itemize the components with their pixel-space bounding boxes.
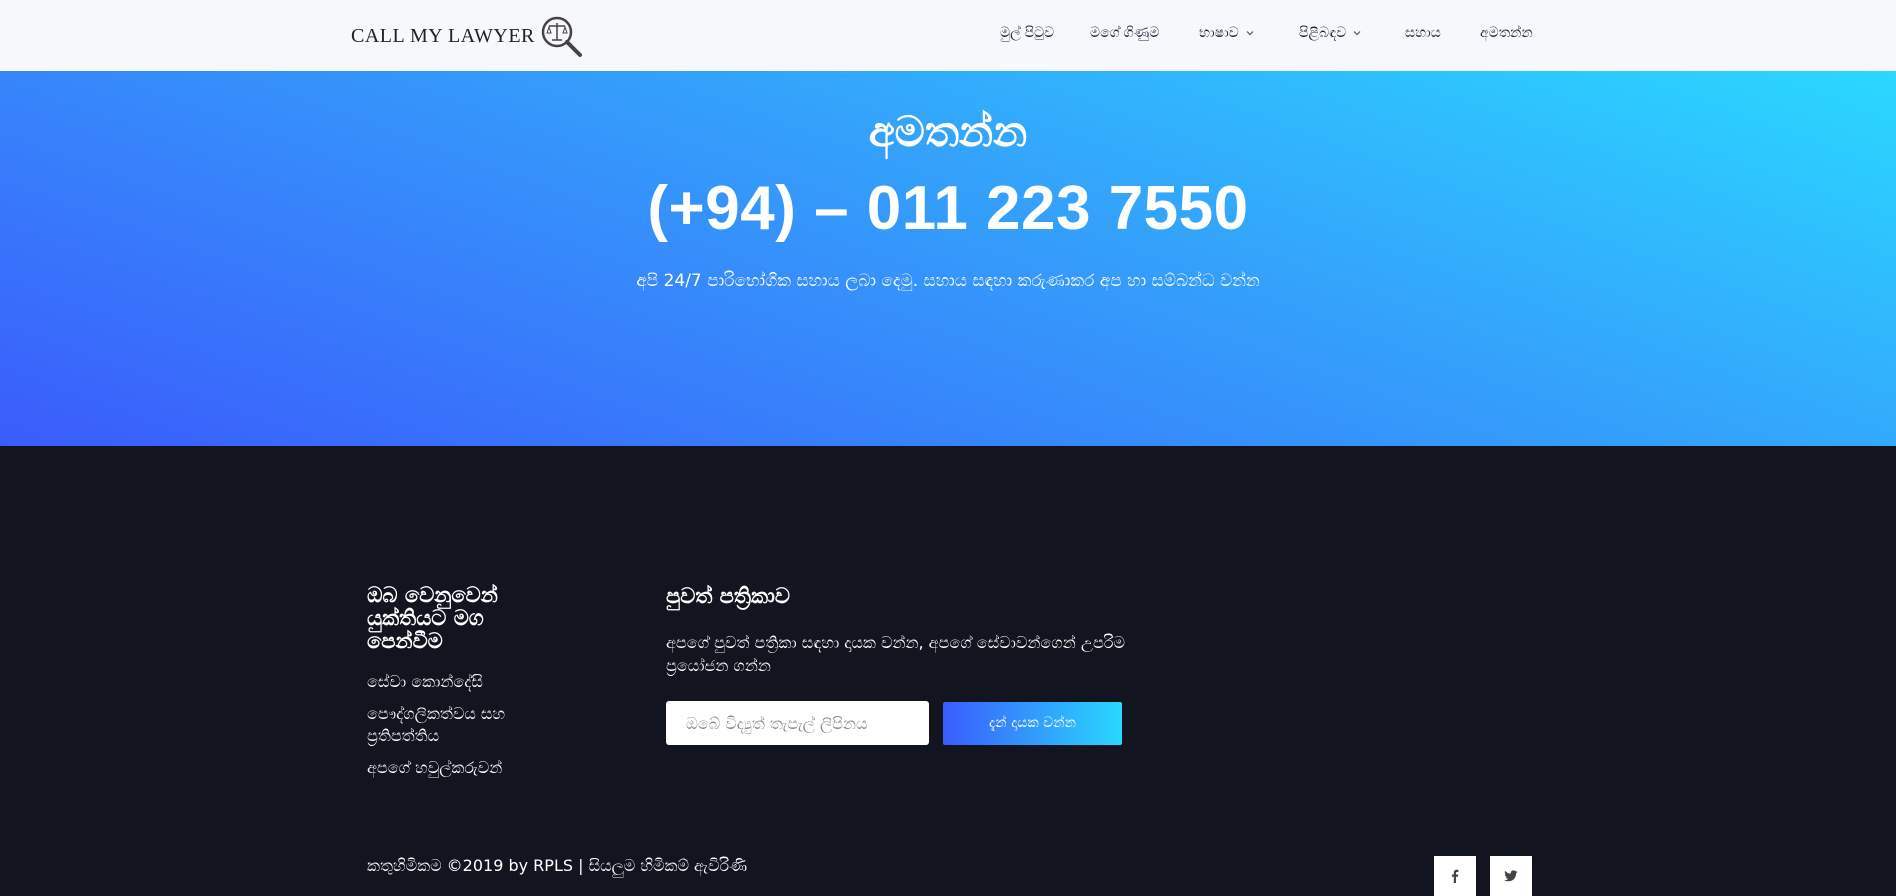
copyright-text: කතුහිමිකම ©2019 by RPLS | සියලුම හිමිකම්… [367, 856, 748, 875]
hero-phone-number[interactable]: (+94) – 011 223 7550 [0, 173, 1896, 244]
newsletter-column: පුවත් පත්‍රිකාව අපගේ පුවත් පත්‍රිකා සඳහා… [666, 584, 1146, 677]
nav-support-label: සහාය [1405, 24, 1441, 40]
subscribe-button[interactable]: දැන් දායක වන්න [943, 701, 1122, 745]
twitter-icon [1504, 870, 1518, 882]
footer-tagline: ඔබ වෙනුවෙන් යුක්තියට මග පෙන්වීම [367, 583, 498, 653]
scales-magnifier-icon [541, 16, 582, 57]
chevron-down-icon [1353, 30, 1361, 35]
nav-my-account[interactable]: මගේ ගිණුම [1090, 24, 1159, 41]
newsletter-form: දැන් දායක වන්න [666, 701, 1122, 745]
nav-about[interactable]: පිළිබඳව [1299, 24, 1362, 41]
nav-home-label: මුල් පිටුව [1000, 24, 1055, 40]
footer-link-terms[interactable]: සේවා කොන්දේසි [367, 671, 547, 693]
site-footer: ඔබ වෙනුවෙන් යුක්තියට මග පෙන්වීම සේවා කොන… [0, 446, 1896, 896]
newsletter-text: අපගේ පුවත් පත්‍රිකා සඳහා දායක වන්න, අපගේ… [666, 633, 1126, 675]
email-input[interactable] [666, 701, 929, 745]
logo-text: CALL MY LAWYER [351, 24, 535, 47]
nav-about-label: පිළිබඳව [1299, 24, 1347, 40]
footer-about-column: ඔබ වෙනුවෙන් යුක්තියට මග පෙන්වීම සේවා කොන… [367, 584, 547, 789]
top-navbar: CALL MY LAWYER මුල් පිටුව මගේ ගිණුම භාෂා… [0, 0, 1896, 71]
twitter-button[interactable] [1490, 856, 1532, 896]
nav-language[interactable]: භාෂාව [1199, 24, 1255, 41]
footer-link-privacy[interactable]: පෞද්ගලිකත්වය සහ ප්‍රතිපත්තිය [367, 703, 547, 747]
nav-home[interactable]: මුල් පිටුව [1000, 24, 1054, 41]
hero-subtitle: අපි 24/7 පාරිභෝගික සහාය ලබා දෙමු. සහාය ස… [636, 271, 1260, 291]
facebook-icon [1451, 869, 1459, 883]
chevron-down-icon [1246, 30, 1254, 35]
footer-link-partners[interactable]: අපගේ හවුල්කරුවන් [367, 757, 547, 779]
contact-hero: අමතන්න (+94) – 011 223 7550 අපි 24/7 පාර… [0, 71, 1896, 446]
site-logo[interactable]: CALL MY LAWYER [351, 12, 585, 60]
hero-title: අමතන්න [868, 107, 1028, 156]
nav-contact[interactable]: අමතන්න [1480, 24, 1533, 41]
nav-my-account-label: මගේ ගිණුම [1090, 24, 1160, 40]
nav-support[interactable]: සහාය [1405, 24, 1441, 41]
newsletter-title: පුවත් පත්‍රිකාව [666, 584, 791, 608]
footer-links: සේවා කොන්දේසි පෞද්ගලිකත්වය සහ ප්‍රතිපත්ත… [367, 671, 547, 779]
nav-contact-label: අමතන්න [1480, 24, 1533, 40]
nav-language-label: භාෂාව [1199, 24, 1239, 40]
facebook-button[interactable] [1434, 856, 1476, 896]
